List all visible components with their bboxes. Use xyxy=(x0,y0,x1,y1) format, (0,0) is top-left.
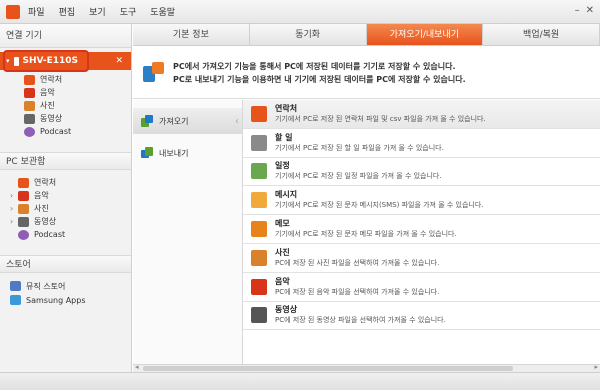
chevron-right-icon[interactable]: › xyxy=(10,217,18,226)
import-icon xyxy=(141,115,153,127)
chevron-right-icon[interactable]: › xyxy=(10,191,18,200)
tab-import-export[interactable]: 가져오기/내보내기 xyxy=(366,24,484,45)
device-podcast[interactable]: Podcast xyxy=(0,125,131,138)
import-item-row[interactable]: 동영상 PC에 저장 된 동영상 파일을 선택하여 가져올 수 있습니다. xyxy=(243,302,600,331)
intro-banner: PC에서 가져오기 기능을 통해서 PC에 저장된 데이터를 기기로 저장할 수… xyxy=(133,47,600,99)
memo-icon xyxy=(251,221,267,238)
menu-edit[interactable]: 편집 xyxy=(59,5,76,18)
import-item-row[interactable]: 메모 기기에서 PC로 저장 된 문자 메모 파일을 가져 올 수 있습니다. xyxy=(243,215,600,244)
pc-contacts[interactable]: 연락처 xyxy=(0,176,131,189)
item-description: 기기에서 PC로 저장 된 문자 메시지(SMS) 파일을 가져 올 수 있습니… xyxy=(275,201,484,210)
import-export-panel: 가져오기 ‹ 내보내기 연락처 기기에서 PC로 저장 된 연락처 파일 및 cs… xyxy=(133,100,600,364)
item-title: 연락처 xyxy=(275,103,298,113)
export-mode-item[interactable]: 내보내기 xyxy=(133,140,242,166)
photo-icon xyxy=(251,249,267,266)
video-icon xyxy=(18,216,29,227)
music-icon xyxy=(251,278,267,295)
device-contacts[interactable]: 연락처 xyxy=(0,73,131,86)
item-description: PC에 저장 된 음악 파일을 선택하여 가져올 수 있습니다. xyxy=(275,287,440,296)
item-description: 기기에서 PC로 저장 된 할 일 파일을 가져 올 수 있습니다. xyxy=(275,143,444,152)
connected-devices-header: 연결 기기 xyxy=(0,24,131,48)
item-description: PC에 저장 된 동영상 파일을 선택하여 가져올 수 있습니다. xyxy=(275,316,446,325)
menu-help[interactable]: 도움말 xyxy=(150,5,175,18)
minimize-button[interactable]: – xyxy=(575,5,580,16)
music-icon xyxy=(18,190,29,201)
scroll-left-icon[interactable]: ◂ xyxy=(135,363,139,371)
samsung-apps-icon xyxy=(10,295,21,305)
music-icon xyxy=(24,87,35,98)
item-title: 음악 xyxy=(275,276,290,286)
import-item-row[interactable]: 연락처 기기에서 PC로 저장 된 연락처 파일 및 csv 파일을 가져 올 수… xyxy=(243,100,600,129)
item-description: 기기에서 PC로 저장 된 일정 파일을 가져 올 수 있습니다. xyxy=(275,172,442,181)
import-item-row[interactable]: 메시지 기기에서 PC로 저장 된 문자 메시지(SMS) 파일을 가져 올 수 … xyxy=(243,186,600,216)
export-icon xyxy=(141,147,153,159)
contact-icon xyxy=(18,177,29,188)
store-header: 스토어 xyxy=(0,255,131,273)
menu-view[interactable]: 보기 xyxy=(89,5,106,18)
close-button[interactable]: ✕ xyxy=(586,5,594,16)
item-description: 기기에서 PC로 저장 된 문자 메모 파일을 가져 올 수 있습니다. xyxy=(275,230,457,239)
tab-sync[interactable]: 동기화 xyxy=(249,24,367,45)
menu-bar: 파일 편집 보기 도구 도움말 – ✕ xyxy=(0,0,600,24)
item-description: 기기에서 PC로 저장 된 연락처 파일 및 csv 파일을 가져 올 수 있습… xyxy=(275,114,486,123)
music-store-icon xyxy=(10,281,21,291)
podcast-icon xyxy=(18,229,29,240)
calendar-icon xyxy=(251,163,267,180)
mode-list: 가져오기 ‹ 내보내기 xyxy=(133,100,243,364)
item-title: 할 일 xyxy=(275,132,293,142)
horizontal-scrollbar[interactable]: ◂ ▸ xyxy=(133,363,600,372)
item-description: PC에 저장 된 사진 파일을 선택하여 가져올 수 있습니다. xyxy=(275,258,440,267)
menu-file[interactable]: 파일 xyxy=(28,5,45,18)
video-icon xyxy=(251,307,267,324)
contact-icon xyxy=(251,105,267,122)
todo-icon xyxy=(251,134,267,151)
intro-line-2: PC로 내보내기 기능을 이용하면 내 기기에 저장된 데이터를 PC에 저장할… xyxy=(173,74,466,84)
tab-basic-info[interactable]: 기본 정보 xyxy=(133,24,250,45)
video-icon xyxy=(24,113,35,124)
pc-videos[interactable]: › 동영상 xyxy=(0,215,131,228)
item-title: 동영상 xyxy=(275,305,298,315)
photo-icon xyxy=(18,203,29,214)
contact-icon xyxy=(24,74,35,85)
app-logo-icon xyxy=(6,4,20,19)
device-close-icon[interactable]: ✕ xyxy=(115,56,123,66)
sidebar: 연결 기기 ▾ SHV-E110S ✕ 연락처 음악 사진 동영상 Podcas… xyxy=(0,24,132,372)
chevron-left-icon: ‹ xyxy=(235,115,239,127)
scroll-right-icon[interactable]: ▸ xyxy=(594,363,598,371)
main-tabs: 기본 정보 동기화 가져오기/내보내기 백업/복원 xyxy=(133,24,600,46)
device-item[interactable]: ▾ SHV-E110S ✕ xyxy=(0,50,131,72)
import-item-row[interactable]: 음악 PC에 저장 된 음악 파일을 선택하여 가져올 수 있습니다. xyxy=(243,273,600,302)
import-item-list: 연락처 기기에서 PC로 저장 된 연락처 파일 및 csv 파일을 가져 올 수… xyxy=(243,100,600,364)
import-item-row[interactable]: 할 일 기기에서 PC로 저장 된 할 일 파일을 가져 올 수 있습니다. xyxy=(243,129,600,158)
pc-library-header: PC 보관함 xyxy=(0,152,131,170)
tab-backup-restore[interactable]: 백업/복원 xyxy=(483,24,600,45)
import-mode-item[interactable]: 가져오기 ‹ xyxy=(133,108,242,134)
item-title: 메모 xyxy=(275,219,290,229)
pc-podcast[interactable]: Podcast xyxy=(0,228,131,241)
chevron-right-icon[interactable]: › xyxy=(10,204,18,213)
podcast-icon xyxy=(24,126,35,137)
item-title: 메시지 xyxy=(275,190,298,200)
photo-icon xyxy=(24,100,35,111)
scrollbar-thumb[interactable] xyxy=(143,366,513,371)
import-item-row[interactable]: 일정 기기에서 PC로 저장 된 일정 파일을 가져 올 수 있습니다. xyxy=(243,158,600,187)
device-music[interactable]: 음악 xyxy=(0,86,131,99)
import-item-row[interactable]: 사진 PC에 저장 된 사진 파일을 선택하여 가져올 수 있습니다. xyxy=(243,244,600,273)
samsung-apps-item[interactable]: Samsung Apps xyxy=(0,293,131,307)
menu-tools[interactable]: 도구 xyxy=(120,5,137,18)
pc-music[interactable]: › 음악 xyxy=(0,189,131,202)
pc-photos[interactable]: › 사진 xyxy=(0,202,131,215)
device-videos[interactable]: 동영상 xyxy=(0,112,131,125)
intro-line-1: PC에서 가져오기 기능을 통해서 PC에 저장된 데이터를 기기로 저장할 수… xyxy=(173,61,456,71)
item-title: 일정 xyxy=(275,161,290,171)
transfer-icon xyxy=(143,61,165,84)
status-bar xyxy=(0,372,600,390)
device-photos[interactable]: 사진 xyxy=(0,99,131,112)
device-highlight-outline xyxy=(3,50,89,72)
music-store-item[interactable]: 뮤직 스토어 xyxy=(0,279,131,293)
item-title: 사진 xyxy=(275,247,290,257)
message-icon xyxy=(251,192,267,209)
